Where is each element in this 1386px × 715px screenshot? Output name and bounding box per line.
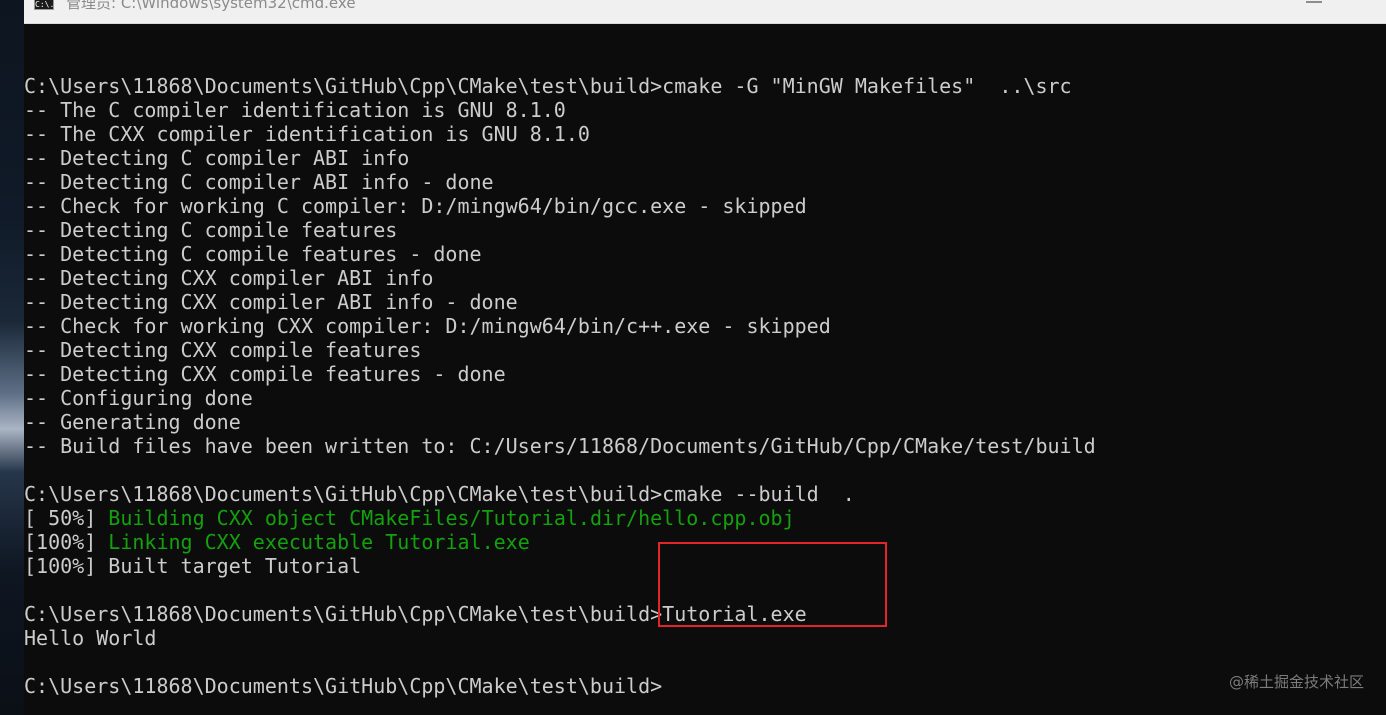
console-line: -- Configuring done	[24, 386, 1096, 410]
console-line-text: -- Detecting CXX compile features - done	[24, 362, 506, 386]
console-line-text: -- Detecting CXX compiler ABI info - don…	[24, 290, 518, 314]
console-line: C:\Users\11868\Documents\GitHub\Cpp\CMak…	[24, 74, 1096, 98]
console-line: Hello World	[24, 626, 1096, 650]
console-line: [100%] Linking CXX executable Tutorial.e…	[24, 530, 1096, 554]
console-line: -- The C compiler identification is GNU …	[24, 98, 1096, 122]
console-line-text: -- Check for working CXX compiler: D:/mi…	[24, 314, 831, 338]
console-line: -- Detecting CXX compile features - done	[24, 362, 1096, 386]
cmd-app-icon: C:\.	[34, 0, 55, 10]
console-line-text: C:\Users\11868\Documents\GitHub\Cpp\CMak…	[24, 482, 855, 506]
console-line: -- Detecting CXX compiler ABI info - don…	[24, 290, 1096, 314]
console-line: -- Detecting C compile features	[24, 218, 1096, 242]
console-line-text: -- Detecting C compiler ABI info	[24, 146, 410, 170]
console-line-text: -- Detecting C compile features - done	[24, 242, 482, 266]
console-line: -- The CXX compiler identification is GN…	[24, 122, 1096, 146]
console-line: C:\Users\11868\Documents\GitHub\Cpp\CMak…	[24, 674, 1096, 698]
console-line: -- Detecting CXX compile features	[24, 338, 1096, 362]
console-line-text: Hello World	[24, 626, 157, 650]
console-line-text: [100%] Built target Tutorial	[24, 554, 362, 578]
console-line: -- Detecting C compile features - done	[24, 242, 1096, 266]
console-line-text: C:\Users\11868\Documents\GitHub\Cpp\CMak…	[24, 674, 663, 698]
console-line: [ 50%] Building CXX object CMakeFiles/Tu…	[24, 506, 1096, 530]
console-line: -- Check for working CXX compiler: D:/mi…	[24, 314, 1096, 338]
console-line-text: -- Build files have been written to: C:/…	[24, 434, 1096, 458]
window-title: 管理员: C:\Windows\system32\cmd.exe	[66, 0, 356, 12]
console-line-text: -- Detecting C compile features	[24, 218, 398, 242]
console-line: -- Generating done	[24, 410, 1096, 434]
console-line-text: -- Detecting CXX compile features	[24, 338, 422, 362]
console-line-text: Linking CXX executable Tutorial.exe	[108, 530, 530, 554]
watermark-text: @稀土掘金技术社区	[1228, 673, 1364, 691]
console-line-text: -- Detecting C compiler ABI info - done	[24, 170, 494, 194]
console-line: C:\Users\11868\Documents\GitHub\Cpp\CMak…	[24, 602, 1096, 626]
progress-percent: [100%]	[24, 530, 109, 554]
window-titlebar[interactable]: C:\. 管理员: C:\Windows\system32\cmd.exe	[24, 0, 1386, 24]
console-line-text: -- The CXX compiler identification is GN…	[24, 122, 590, 146]
terminal-lines: C:\Users\11868\Documents\GitHub\Cpp\CMak…	[24, 50, 1096, 698]
desktop-wallpaper-strip	[0, 0, 24, 715]
minimize-icon[interactable]	[1306, 1, 1322, 3]
console-line: -- Detecting C compiler ABI info	[24, 146, 1096, 170]
console-line: -- Build files have been written to: C:/…	[24, 434, 1096, 458]
console-line-text: C:\Users\11868\Documents\GitHub\Cpp\CMak…	[24, 74, 1072, 98]
console-line: C:\Users\11868\Documents\GitHub\Cpp\CMak…	[24, 482, 1096, 506]
console-line-text: Building CXX object CMakeFiles/Tutorial.…	[108, 506, 795, 530]
console-line-text: -- Configuring done	[24, 386, 253, 410]
console-line-text: -- The C compiler identification is GNU …	[24, 98, 566, 122]
progress-percent: [ 50%]	[24, 506, 109, 530]
console-line: -- Detecting C compiler ABI info - done	[24, 170, 1096, 194]
console-line-text: -- Detecting CXX compiler ABI info	[24, 266, 434, 290]
console-line: -- Check for working C compiler: D:/ming…	[24, 194, 1096, 218]
console-line-text: -- Generating done	[24, 410, 241, 434]
console-line: -- Detecting CXX compiler ABI info	[24, 266, 1096, 290]
console-line-text: -- Check for working C compiler: D:/ming…	[24, 194, 807, 218]
console-line: [100%] Built target Tutorial	[24, 554, 1096, 578]
annotation-highlight-box	[658, 542, 887, 627]
